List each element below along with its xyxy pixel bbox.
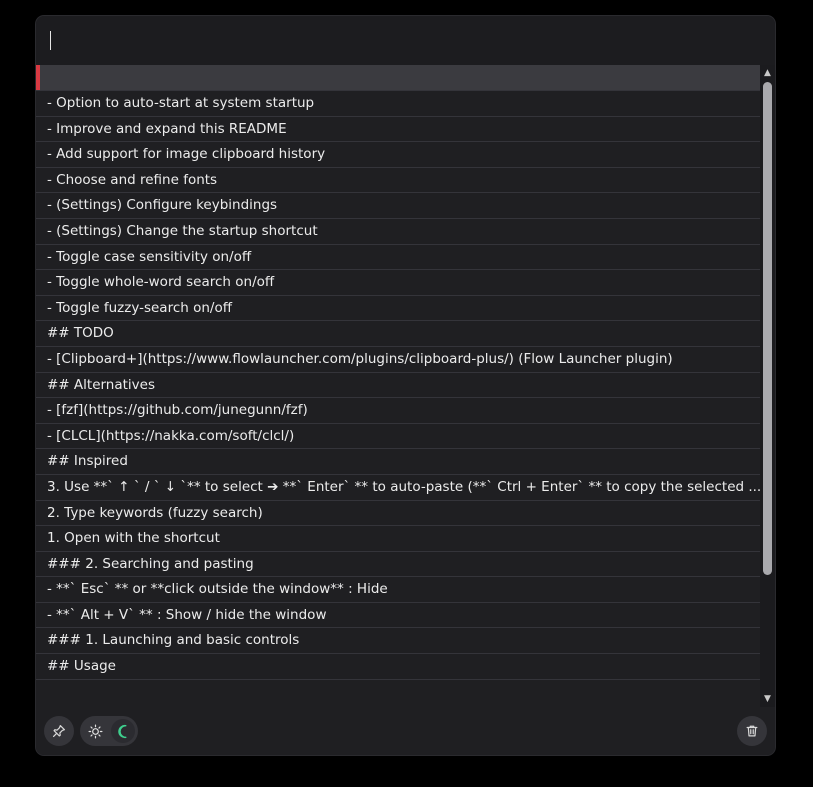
clip-item[interactable]: - (Settings) Configure keybindings bbox=[36, 193, 760, 219]
clip-item[interactable]: - [Clipboard+](https://www.flowlauncher.… bbox=[36, 347, 760, 373]
clip-item[interactable]: 3. Use **` ↑ ` / ` ↓ `** to select ➔ **`… bbox=[36, 475, 760, 501]
footer-toolbar bbox=[36, 707, 775, 755]
clip-item[interactable]: - [CLCL](https://nakka.com/soft/clcl/) bbox=[36, 424, 760, 450]
clip-item[interactable]: - Option to auto-start at system startup bbox=[36, 91, 760, 117]
clip-item[interactable]: 1. Open with the shortcut bbox=[36, 526, 760, 552]
scrollbar[interactable]: ▲ ▼ bbox=[760, 65, 775, 707]
clip-item[interactable]: - Toggle fuzzy-search on/off bbox=[36, 296, 760, 322]
clear-history-button[interactable] bbox=[737, 716, 767, 746]
scroll-thumb[interactable] bbox=[763, 82, 772, 575]
light-theme-option[interactable] bbox=[83, 719, 107, 743]
trash-icon bbox=[746, 725, 758, 737]
dark-theme-option[interactable] bbox=[111, 719, 135, 743]
clip-item[interactable]: ## Inspired bbox=[36, 449, 760, 475]
sun-icon bbox=[88, 724, 102, 738]
clip-item[interactable]: - [fzf](https://github.com/junegunn/fzf) bbox=[36, 398, 760, 424]
search-bar[interactable] bbox=[36, 16, 775, 65]
clip-item[interactable]: - Choose and refine fonts bbox=[36, 168, 760, 194]
clip-item[interactable]: - **` Alt + V` ** : Show / hide the wind… bbox=[36, 603, 760, 629]
clip-item[interactable]: ### 2. Searching and pasting bbox=[36, 552, 760, 578]
clip-item[interactable]: ## Alternatives bbox=[36, 373, 760, 399]
clip-item[interactable]: ### 1. Launching and basic controls bbox=[36, 628, 760, 655]
moon-icon bbox=[117, 724, 126, 738]
clip-item[interactable]: - Add support for image clipboard histor… bbox=[36, 142, 760, 168]
pin-button[interactable] bbox=[44, 716, 74, 746]
theme-toggle[interactable] bbox=[80, 716, 138, 746]
clipboard-window: - Option to auto-start at system startup… bbox=[36, 16, 775, 755]
clip-item[interactable]: - (Settings) Change the startup shortcut bbox=[36, 219, 760, 245]
clip-item[interactable]: 2. Type keywords (fuzzy search) bbox=[36, 501, 760, 527]
clip-item[interactable]: - Toggle case sensitivity on/off bbox=[36, 245, 760, 271]
clip-item[interactable]: - Improve and expand this README bbox=[36, 117, 760, 143]
clip-list: - Option to auto-start at system startup… bbox=[36, 65, 760, 707]
clip-item-selected[interactable] bbox=[36, 65, 760, 91]
clip-item[interactable]: - **` Esc` ** or **click outside the win… bbox=[36, 577, 760, 603]
scroll-down-arrow-icon[interactable]: ▼ bbox=[762, 693, 773, 705]
text-caret bbox=[50, 31, 51, 50]
scroll-up-arrow-icon[interactable]: ▲ bbox=[762, 67, 773, 79]
clip-item[interactable]: ## TODO bbox=[36, 321, 760, 347]
clip-item[interactable]: - Toggle whole-word search on/off bbox=[36, 270, 760, 296]
clip-item[interactable]: ## Usage bbox=[36, 654, 760, 680]
pin-icon bbox=[52, 724, 66, 738]
